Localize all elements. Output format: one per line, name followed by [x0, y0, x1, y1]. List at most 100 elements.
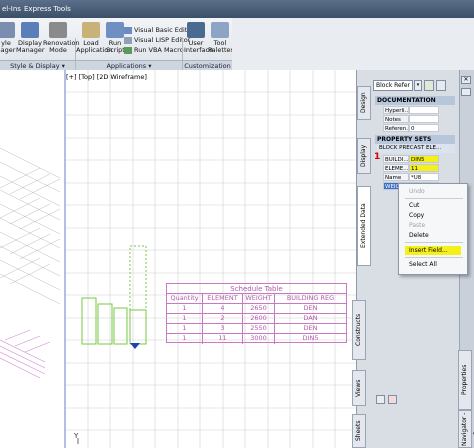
- property-value[interactable]: 11: [409, 164, 439, 172]
- schedule-header-row: Quantity ELEMENT WEIGHT BUILDING REG: [167, 294, 346, 304]
- user-interface-icon: [187, 22, 205, 38]
- schedule-cell: 1: [167, 324, 203, 333]
- object-type-dropdown[interactable]: Block Refer: [373, 80, 413, 91]
- menu-item-select-all[interactable]: Select All: [409, 261, 437, 268]
- ribbon-tab-express-tools[interactable]: Express Tools: [24, 5, 71, 13]
- context-menu: Undo Cut Copy Paste Delete Insert Field.…: [398, 183, 468, 275]
- table-row: 1 4 2650 DEN: [167, 304, 346, 314]
- section-property-sets[interactable]: PROPERTY SETS: [375, 135, 455, 144]
- isometric-wireframe: [0, 147, 61, 305]
- tab-display[interactable]: Display: [357, 138, 371, 174]
- property-value[interactable]: *U8: [409, 173, 439, 181]
- menu-item-copy[interactable]: Copy: [409, 212, 424, 219]
- load-application-button[interactable]: Load Application: [76, 22, 112, 54]
- schedule-cell: DEN: [303, 324, 318, 332]
- schedule-cell: 4: [203, 304, 243, 313]
- visual-basic-icon: [124, 26, 132, 34]
- schedule-cell: DEN: [303, 304, 318, 312]
- schedule-cell: 2650: [243, 304, 275, 313]
- load-application-icon: [82, 22, 100, 38]
- palette-settings-icon[interactable]: [388, 395, 397, 404]
- panel-title-applications[interactable]: Applications ▾: [76, 60, 182, 70]
- schedule-grid: Quantity ELEMENT WEIGHT BUILDING REG 1 4…: [167, 294, 346, 344]
- renovation-mode-button[interactable]: Renovation Mode: [43, 22, 80, 54]
- callout-marker: 1: [374, 152, 381, 162]
- run-vba-macro-button[interactable]: Run VBA Macro: [124, 46, 184, 55]
- display-manager-button[interactable]: Display Manager: [16, 22, 45, 54]
- menu-item-cut[interactable]: Cut: [409, 202, 419, 209]
- visual-lisp-editor-button[interactable]: Visual LISP Editor: [124, 36, 190, 45]
- schedule-cell: 1: [167, 304, 203, 313]
- auto-hide-icon[interactable]: [461, 88, 471, 96]
- property-value[interactable]: 0: [409, 124, 439, 132]
- visual-lisp-icon: [124, 36, 132, 44]
- tab-navigator[interactable]: Navigator - Pr...: [458, 410, 474, 448]
- schedule-header-cell: WEIGHT: [243, 294, 275, 303]
- menu-item-paste[interactable]: Paste: [409, 222, 425, 229]
- schedule-cell: DIN5: [302, 334, 319, 342]
- style-manager-icon: [0, 22, 15, 38]
- ribbon-tab-strip: el-Ins Express Tools: [0, 0, 474, 18]
- section-documentation[interactable]: DOCUMENTATION: [375, 96, 455, 105]
- table-row: 1 2 2600 DAN: [167, 314, 346, 324]
- schedule-header-cell: Quantity: [167, 294, 203, 303]
- menu-divider: [405, 257, 463, 258]
- chevron-down-icon[interactable]: ▾: [414, 80, 422, 91]
- property-value[interactable]: [409, 106, 439, 114]
- tab-constructs[interactable]: Constructs: [352, 300, 366, 360]
- selection-grip: [130, 343, 140, 349]
- schedule-cell: 3: [203, 324, 243, 333]
- ribbon-empty-area: [232, 18, 474, 70]
- schedule-table[interactable]: Schedule Table Quantity ELEMENT WEIGHT B…: [166, 283, 347, 344]
- property-name: BUILDI...: [383, 155, 409, 163]
- tab-sheets[interactable]: Sheets: [352, 414, 366, 448]
- run-vba-icon: [124, 46, 132, 54]
- property-name: Name: [383, 173, 409, 181]
- property-value[interactable]: [409, 115, 439, 123]
- tab-design[interactable]: Design: [357, 86, 371, 120]
- tab-views[interactable]: Views: [352, 370, 366, 406]
- style-manager-button[interactable]: yle nager: [0, 22, 16, 54]
- property-name: Referen...: [383, 124, 409, 132]
- close-icon[interactable]: ✕: [461, 76, 471, 84]
- user-interface-button[interactable]: User Interface: [184, 22, 213, 54]
- property-name: ELEME...: [383, 164, 409, 172]
- menu-item-insert-field[interactable]: Insert Field...: [405, 246, 461, 255]
- schedule-cell: 3000: [243, 334, 275, 344]
- tool-palettes-icon: [211, 22, 229, 38]
- schedule-header-cell: ELEMENT: [203, 294, 243, 303]
- add-icon[interactable]: [424, 80, 434, 91]
- schedule-cell: 11: [203, 334, 243, 344]
- pset-header[interactable]: BLOCK PRECAST ELE...: [377, 144, 455, 153]
- table-row: 1 3 2550 DEN: [167, 324, 346, 334]
- schedule-cell: 2550: [243, 324, 275, 333]
- schedule-header-cell: BUILDING REG: [286, 294, 335, 302]
- menu-divider: [405, 198, 463, 199]
- tab-properties[interactable]: Properties: [458, 350, 472, 410]
- run-script-button[interactable]: Run Script: [106, 22, 125, 54]
- viewport-label[interactable]: [+] [Top] [2D Wireframe]: [66, 73, 147, 81]
- schedule-cell: 1: [167, 334, 203, 344]
- panel-title-style-display[interactable]: Style & Display ▾: [0, 60, 75, 70]
- grid-lines: [64, 70, 356, 448]
- panel-title-customization[interactable]: Customization: [183, 60, 232, 70]
- schedule-cell: 2: [203, 314, 243, 323]
- menu-divider: [405, 242, 463, 243]
- drawing-area[interactable]: Y [+] [Top] [2D Wireframe]: [0, 70, 356, 448]
- schedule-title: Schedule Table: [167, 284, 346, 294]
- display-manager-icon: [21, 22, 39, 38]
- renovation-mode-icon: [49, 22, 67, 38]
- menu-item-delete[interactable]: Delete: [409, 232, 429, 239]
- schedule-wireframe: [0, 329, 51, 379]
- run-script-icon: [106, 22, 124, 38]
- tool-palettes-button[interactable]: Tool Palettes: [208, 22, 234, 54]
- table-row: 1 11 3000 DIN5: [167, 334, 346, 344]
- property-value[interactable]: DIN5: [409, 155, 439, 163]
- tab-extended-data[interactable]: Extended Data: [357, 186, 371, 266]
- drawing-canvas: Y: [0, 70, 356, 448]
- palette-options-icon[interactable]: [376, 395, 385, 404]
- schedule-cell: DAN: [303, 314, 318, 322]
- menu-item-undo[interactable]: Undo: [409, 188, 425, 195]
- quick-select-icon[interactable]: [436, 80, 446, 91]
- ribbon-tab-addins[interactable]: el-Ins: [2, 5, 21, 13]
